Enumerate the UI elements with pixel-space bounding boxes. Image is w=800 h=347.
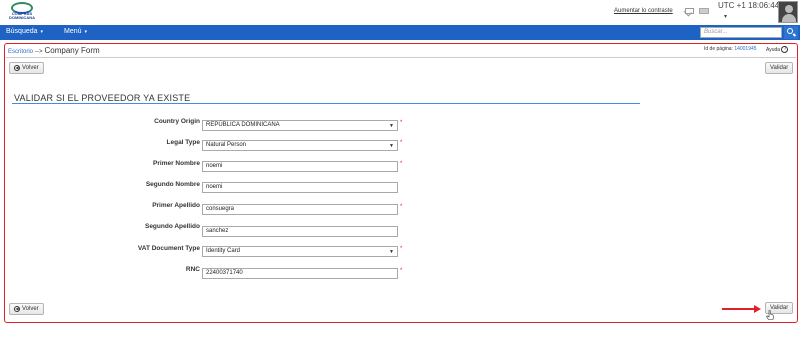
hand-cursor-icon <box>766 310 774 320</box>
chevron-down-icon: ▾ <box>84 29 88 35</box>
nav-item-label: Búsqueda <box>6 28 38 35</box>
message-icon[interactable] <box>699 8 709 14</box>
nav-item-menu[interactable]: Menú ▾ <box>64 28 87 35</box>
country-origin-value: REPÚBLICA DOMINICANA <box>206 122 280 128</box>
breadcrumb-link-escritorio[interactable]: Escritorio <box>8 49 33 55</box>
search-button[interactable] <box>784 26 798 39</box>
back-button-label: Volver <box>22 306 39 312</box>
validate-button-top[interactable]: Validar <box>765 62 794 74</box>
annotation-arrow-icon <box>754 305 761 313</box>
rnc-label: RNC <box>185 266 200 273</box>
legal-type-select[interactable]: Natural Person ▼ <box>202 140 398 151</box>
rnc-input[interactable]: 22400371740 <box>202 268 398 279</box>
validate-button-label: Validar <box>770 65 789 71</box>
required-mark: * <box>400 204 403 210</box>
vat-document-type-value: Identity Card <box>206 248 241 254</box>
mail-icon[interactable] <box>685 8 694 14</box>
required-mark: * <box>400 140 403 146</box>
back-arrow-icon: ◀ <box>14 306 20 312</box>
country-origin-select[interactable]: REPÚBLICA DOMINICANA ▼ <box>202 120 398 131</box>
dropdown-arrow-icon: ▼ <box>389 249 394 255</box>
back-button-bottom[interactable]: ◀ Volver <box>9 303 44 315</box>
required-mark: * <box>400 246 403 252</box>
dropdown-arrow-icon: ▼ <box>389 123 394 129</box>
primer-apellido-input[interactable]: consuegra <box>202 204 398 215</box>
help-link[interactable]: Ayuda ? <box>766 46 789 53</box>
segundo-apellido-input[interactable]: sanchez <box>202 226 398 237</box>
page-id-info: Id de página: 14001945 <box>704 46 757 52</box>
logo-text: COMPRAS DOMINICANA <box>9 11 35 20</box>
segundo-nombre-label: Segundo Nombre <box>145 181 200 188</box>
timezone-clock[interactable]: UTC +1 18:06:44 <box>718 1 779 10</box>
back-arrow-icon: ◀ <box>14 65 20 71</box>
top-header: COMPRAS DOMINICANA Aumentar lo contraste… <box>0 0 800 25</box>
breadcrumb: Escritorio --> Company Form <box>8 46 100 55</box>
search-icon <box>787 28 793 34</box>
help-label: Ayuda <box>766 46 781 53</box>
main-navbar: Búsqueda ▾ Menú ▾ Buscar... <box>0 25 800 40</box>
search-input[interactable]: Buscar... <box>700 27 782 38</box>
required-mark: * <box>400 268 403 274</box>
back-button-top[interactable]: ◀ Volver <box>9 62 44 74</box>
segundo-nombre-input[interactable]: noemi <box>202 182 398 193</box>
vat-document-type-select[interactable]: Identity Card ▼ <box>202 246 398 257</box>
page-id-label: Id de página: <box>704 46 733 52</box>
required-mark: * <box>400 161 403 167</box>
nav-item-busqueda[interactable]: Búsqueda ▾ <box>6 28 43 35</box>
chevron-down-icon: ▾ <box>40 29 44 35</box>
country-origin-label: Country Origin <box>154 118 200 125</box>
legal-type-value: Natural Person <box>206 142 247 148</box>
primer-nombre-label: Primer Nombre <box>153 160 200 167</box>
primer-nombre-input[interactable]: noemi <box>202 161 398 172</box>
back-button-label: Volver <box>22 65 39 71</box>
annotation-arrow-shaft <box>722 308 756 310</box>
segundo-apellido-label: Segundo Apellido <box>144 223 200 230</box>
section-title: VALIDAR SI EL PROVEEDOR YA EXISTE <box>14 93 191 103</box>
primer-apellido-label: Primer Apellido <box>152 202 200 209</box>
compras-logo[interactable]: COMPRAS DOMINICANA <box>5 2 39 22</box>
vat-document-type-label: VAT Document Type <box>137 245 200 252</box>
required-mark: * <box>400 120 403 126</box>
dropdown-arrow-icon: ▼ <box>389 143 394 149</box>
nav-item-label: Menú <box>64 28 82 35</box>
section-divider <box>12 103 640 104</box>
increase-contrast-link[interactable]: Aumentar lo contraste <box>614 8 673 14</box>
help-icon: ? <box>781 46 789 53</box>
user-avatar[interactable] <box>778 1 798 23</box>
chevron-down-icon[interactable]: ▾ <box>724 13 727 20</box>
page-id-link[interactable]: 14001945 <box>734 46 756 52</box>
breadcrumb-separator: --> <box>35 49 43 55</box>
page-title: Company Form <box>44 46 100 55</box>
legal-type-label: Legal Type <box>166 139 200 146</box>
